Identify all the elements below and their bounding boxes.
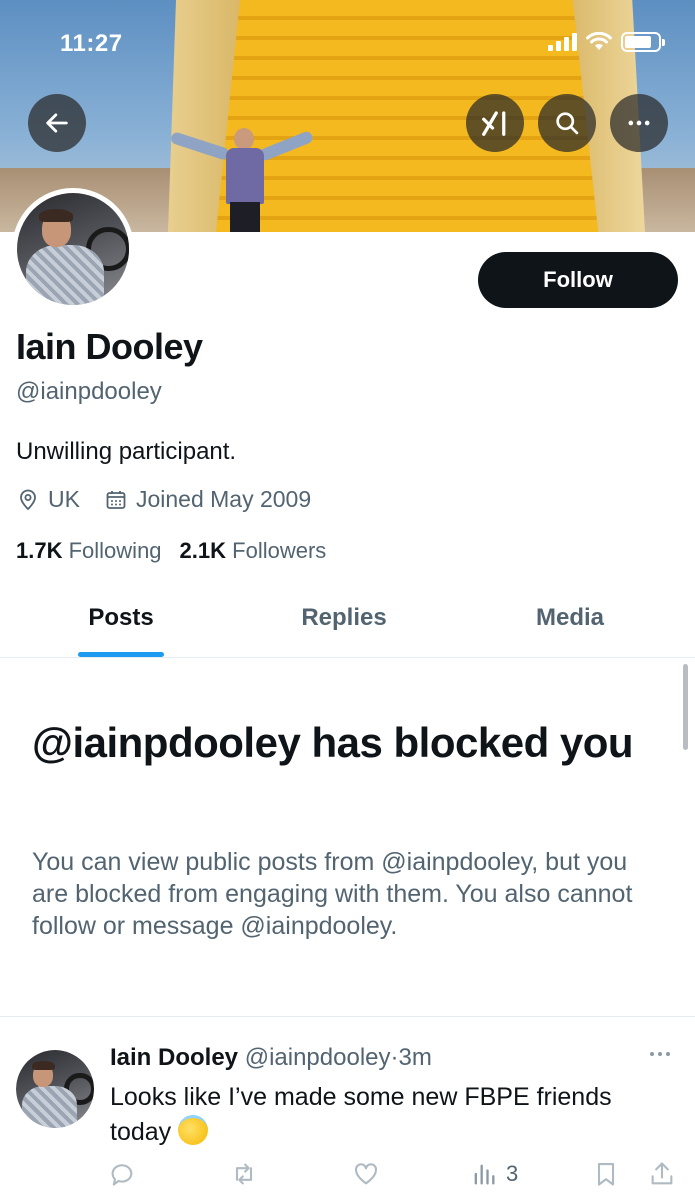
tab-posts[interactable]: Posts	[78, 604, 164, 632]
more-options-button[interactable]	[610, 94, 668, 152]
cellular-signal-icon	[548, 33, 577, 51]
bookmark-icon	[597, 1163, 615, 1186]
location-pin-icon	[20, 489, 36, 510]
grok-icon	[482, 111, 506, 136]
arrow-left-icon	[46, 113, 68, 133]
blocked-title: @iainpdooley has blocked you	[32, 719, 634, 766]
repost-icon	[235, 1163, 253, 1185]
views-chart-icon	[474, 1164, 495, 1185]
profile-avatar[interactable]	[12, 188, 134, 310]
status-bar: 11:27	[0, 0, 695, 90]
following-label: Following	[68, 538, 162, 563]
follow-stats: 1.7K Following 2.1K Followers	[16, 538, 344, 564]
tab-replies[interactable]: Replies	[284, 604, 404, 632]
views-button[interactable]: 3	[470, 1160, 518, 1188]
post-body[interactable]: Looks like I’ve made some new FBPE frien…	[110, 1080, 670, 1150]
wifi-icon	[586, 32, 612, 50]
active-tab-indicator	[78, 652, 164, 657]
repost-button[interactable]	[230, 1160, 258, 1188]
battery-icon	[621, 32, 665, 52]
post-author-handle[interactable]: @iainpdooley	[245, 1044, 391, 1071]
smiling-face-with-halo-icon	[178, 1115, 209, 1145]
followers-count: 2.1K	[179, 538, 227, 563]
status-icons	[548, 32, 665, 52]
follow-button[interactable]: Follow	[478, 252, 678, 308]
heart-icon	[355, 1163, 377, 1185]
views-count: 3	[506, 1161, 519, 1186]
following-link[interactable]: 1.7K Following	[16, 538, 162, 564]
profile-bio: Unwilling participant.	[16, 438, 237, 465]
profile-location: UK	[16, 486, 80, 513]
profile-display-name: Iain Dooley	[16, 326, 203, 367]
section-divider	[0, 1016, 695, 1017]
profile-meta: UK Joined May 2009	[16, 486, 335, 513]
search-button[interactable]	[538, 94, 596, 152]
more-dots-icon	[650, 1052, 670, 1056]
post-actions: 3	[0, 1160, 695, 1196]
profile-handle: @iainpdooley	[16, 378, 162, 405]
following-count: 1.7K	[16, 538, 63, 563]
search-icon	[556, 112, 579, 135]
profile-tabs: Posts Replies Media	[0, 588, 695, 658]
followers-label: Followers	[232, 538, 327, 563]
post-header: Iain Dooley @iainpdooley·3m	[110, 1044, 432, 1072]
reply-button[interactable]	[108, 1160, 136, 1188]
post-more-button[interactable]	[646, 1044, 674, 1070]
share-button[interactable]	[648, 1160, 676, 1188]
like-button[interactable]	[352, 1160, 380, 1188]
blocked-description: You can view public posts from @iainpdoo…	[32, 848, 633, 940]
post-author-avatar[interactable]	[16, 1050, 94, 1128]
tab-media[interactable]: Media	[520, 604, 620, 632]
grok-button[interactable]	[466, 94, 524, 152]
back-button[interactable]	[28, 94, 86, 152]
reply-icon	[111, 1164, 133, 1186]
post-author-name[interactable]: Iain Dooley	[110, 1044, 238, 1071]
post-separator: ·	[390, 1044, 399, 1071]
status-time: 11:27	[60, 30, 123, 57]
post-timestamp[interactable]: 3m	[399, 1044, 432, 1071]
post-avatar-image	[16, 1050, 94, 1128]
share-icon	[651, 1162, 673, 1185]
scrollbar[interactable]	[683, 664, 688, 750]
profile-joined: Joined May 2009	[104, 486, 311, 513]
more-dots-icon	[628, 120, 650, 126]
calendar-icon	[106, 490, 126, 509]
bookmark-button[interactable]	[592, 1160, 620, 1188]
avatar-image	[17, 193, 129, 305]
joined-label: Joined May 2009	[135, 486, 312, 512]
banner-person	[169, 128, 315, 232]
location-label: UK	[48, 486, 80, 512]
followers-link[interactable]: 2.1K Followers	[180, 538, 327, 564]
